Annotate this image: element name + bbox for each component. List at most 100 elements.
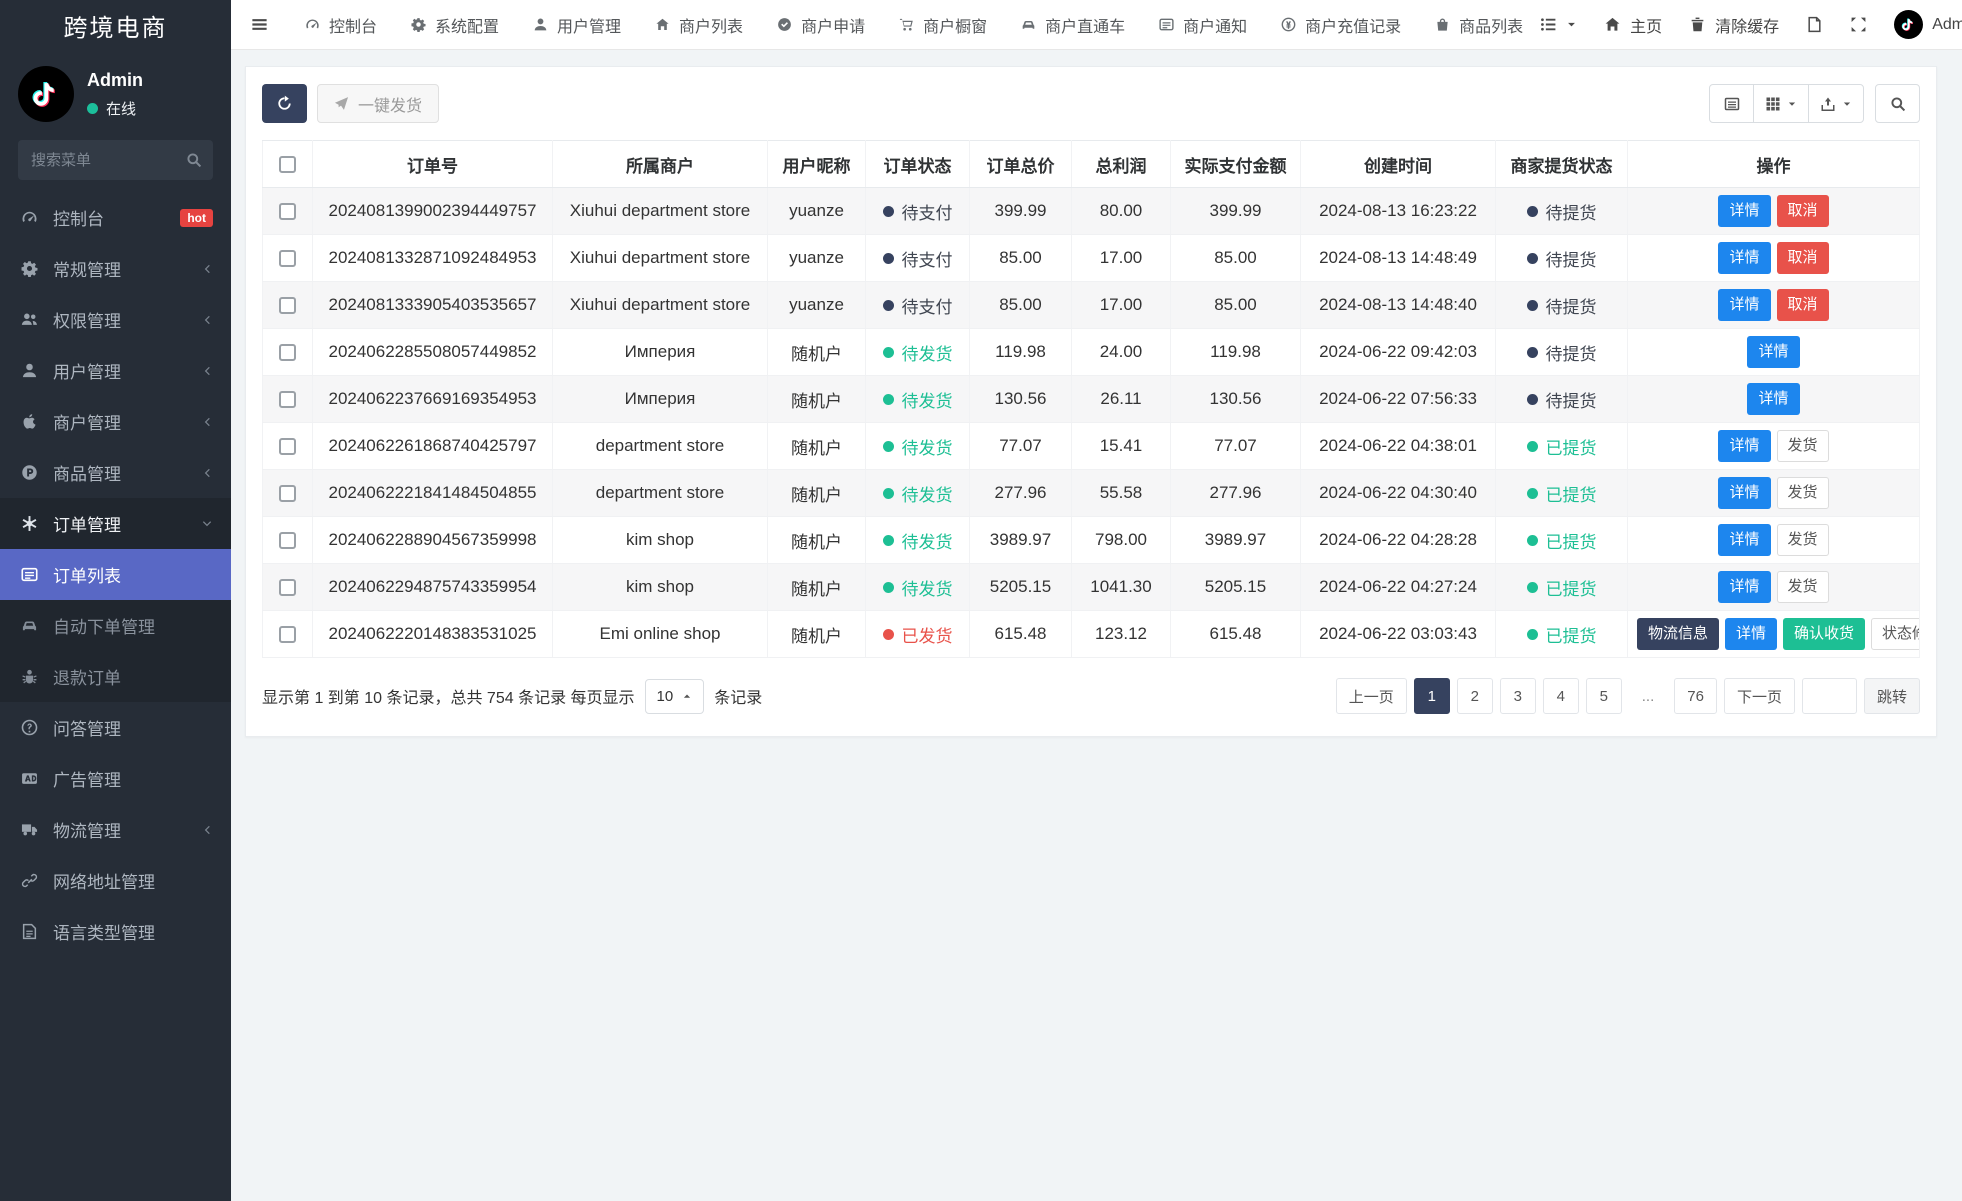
toggle-view-button[interactable]	[1709, 84, 1754, 123]
export-button[interactable]	[1808, 84, 1864, 123]
action-button-取消[interactable]: 取消	[1777, 289, 1829, 321]
action-button-确认收货[interactable]: 确认收货	[1783, 618, 1865, 650]
sidebar-item-用户管理[interactable]: 用户管理	[0, 345, 231, 396]
one-click-ship-button[interactable]: 一键发货	[317, 84, 439, 123]
tab-商户列表[interactable]: 商户列表	[638, 0, 760, 49]
row-checkbox[interactable]	[279, 579, 296, 596]
admin-menu[interactable]: Admin	[1894, 10, 1962, 39]
action-button-详情[interactable]: 详情	[1718, 195, 1770, 227]
action-button-物流信息[interactable]: 物流信息	[1637, 618, 1719, 650]
row-checkbox[interactable]	[279, 250, 296, 267]
tab-控制台[interactable]: 控制台	[288, 0, 394, 49]
action-button-状态修改[interactable]: 状态修改	[1871, 618, 1919, 650]
tab-商户充值记录[interactable]: 商户充值记录	[1264, 0, 1418, 49]
action-button-发货[interactable]: 发货	[1777, 524, 1829, 556]
select-all-checkbox[interactable]	[279, 156, 296, 173]
action-button-发货[interactable]: 发货	[1777, 571, 1829, 603]
columns-button[interactable]	[1753, 84, 1809, 123]
column-header-商家提货状态[interactable]: 商家提货状态	[1496, 141, 1628, 188]
next-page-button[interactable]: 下一页	[1724, 678, 1795, 714]
page-button-1[interactable]: 1	[1414, 678, 1450, 714]
action-button-取消[interactable]: 取消	[1777, 242, 1829, 274]
column-header-订单号[interactable]: 订单号	[313, 141, 553, 188]
action-button-详情[interactable]: 详情	[1718, 430, 1770, 462]
sidebar-item-订单管理[interactable]: 订单管理	[0, 498, 231, 549]
action-button-详情[interactable]: 详情	[1718, 524, 1770, 556]
action-button-取消[interactable]: 取消	[1777, 195, 1829, 227]
page-button-2[interactable]: 2	[1457, 678, 1493, 714]
sidebar-item-自动下单管理[interactable]: 自动下单管理	[0, 600, 231, 651]
jump-page-input[interactable]	[1802, 678, 1857, 714]
home-button[interactable]: 主页	[1604, 13, 1662, 37]
clear-cache-button[interactable]: 清除缓存	[1689, 13, 1779, 37]
sidebar-item-问答管理[interactable]: 问答管理	[0, 702, 231, 753]
table-row: 2024062237669169354953Империя随机户待发货130.5…	[263, 376, 1920, 423]
status-label: 待提货	[1546, 340, 1597, 365]
column-header-用户昵称[interactable]: 用户昵称	[768, 141, 866, 188]
action-button-详情[interactable]: 详情	[1718, 477, 1770, 509]
search-toggle-button[interactable]	[1875, 84, 1920, 123]
row-checkbox[interactable]	[279, 532, 296, 549]
order-status-badge: 待发货	[883, 434, 953, 459]
sidebar-item-物流管理[interactable]: 物流管理	[0, 804, 231, 855]
tab-商户橱窗[interactable]: 商户橱窗	[882, 0, 1004, 49]
nickname-cell: yuanze	[768, 188, 866, 235]
column-header-总利润[interactable]: 总利润	[1072, 141, 1171, 188]
sidebar-item-常规管理[interactable]: 常规管理	[0, 243, 231, 294]
column-header-订单状态[interactable]: 订单状态	[866, 141, 970, 188]
paid-cell: 130.56	[1171, 376, 1301, 423]
action-button-详情[interactable]: 详情	[1718, 242, 1770, 274]
search-icon[interactable]	[186, 152, 202, 168]
row-checkbox[interactable]	[279, 438, 296, 455]
action-button-发货[interactable]: 发货	[1777, 477, 1829, 509]
column-header-实际支付金额[interactable]: 实际支付金额	[1171, 141, 1301, 188]
column-header-创建时间[interactable]: 创建时间	[1301, 141, 1496, 188]
jump-button[interactable]: 跳转	[1864, 678, 1920, 714]
language-file-button[interactable]	[1806, 16, 1823, 33]
action-button-详情[interactable]: 详情	[1747, 336, 1799, 368]
sidebar-item-语言类型管理[interactable]: 语言类型管理	[0, 906, 231, 957]
column-header-订单总价[interactable]: 订单总价	[970, 141, 1072, 188]
page-button-76[interactable]: 76	[1674, 678, 1717, 714]
page-button-5[interactable]: 5	[1586, 678, 1622, 714]
prev-page-button[interactable]: 上一页	[1336, 678, 1407, 714]
row-checkbox[interactable]	[279, 297, 296, 314]
row-checkbox[interactable]	[279, 485, 296, 502]
column-header-所属商户[interactable]: 所属商户	[553, 141, 768, 188]
sidebar-item-商品管理[interactable]: 商品管理	[0, 447, 231, 498]
page-button-3[interactable]: 3	[1500, 678, 1536, 714]
tab-商品列表[interactable]: 商品列表	[1418, 0, 1540, 49]
sidebar-item-订单列表[interactable]: 订单列表	[0, 549, 231, 600]
action-button-详情[interactable]: 详情	[1725, 618, 1777, 650]
fullscreen-button[interactable]	[1850, 16, 1867, 33]
refresh-button[interactable]	[262, 84, 307, 123]
tab-用户管理[interactable]: 用户管理	[516, 0, 638, 49]
menu-search-input[interactable]	[18, 140, 213, 180]
row-select-cell	[263, 235, 313, 282]
pickup-status-cell: 已提货	[1496, 423, 1628, 470]
tab-系统配置[interactable]: 系统配置	[394, 0, 516, 49]
hamburger-icon[interactable]	[231, 15, 288, 34]
sidebar-item-退款订单[interactable]: 退款订单	[0, 651, 231, 702]
sidebar-item-网络地址管理[interactable]: 网络地址管理	[0, 855, 231, 906]
sidebar-item-权限管理[interactable]: 权限管理	[0, 294, 231, 345]
sidebar-item-广告管理[interactable]: 广告管理	[0, 753, 231, 804]
column-header-操作[interactable]: 操作	[1628, 141, 1920, 188]
row-checkbox[interactable]	[279, 344, 296, 361]
row-checkbox[interactable]	[279, 203, 296, 220]
page-button-4[interactable]: 4	[1543, 678, 1579, 714]
tab-商户申请[interactable]: 商户申请	[760, 0, 882, 49]
status-dot	[883, 394, 894, 405]
action-button-详情[interactable]: 详情	[1747, 383, 1799, 415]
tab-商户通知[interactable]: 商户通知	[1142, 0, 1264, 49]
row-checkbox[interactable]	[279, 391, 296, 408]
sidebar-item-商户管理[interactable]: 商户管理	[0, 396, 231, 447]
action-button-详情[interactable]: 详情	[1718, 289, 1770, 321]
nav-list-dropdown[interactable]	[1540, 16, 1577, 33]
row-checkbox[interactable]	[279, 626, 296, 643]
tab-商户直通车[interactable]: 商户直通车	[1004, 0, 1142, 49]
action-button-发货[interactable]: 发货	[1777, 430, 1829, 462]
sidebar-item-控制台[interactable]: 控制台hot	[0, 192, 231, 243]
action-button-详情[interactable]: 详情	[1718, 571, 1770, 603]
page-size-select[interactable]: 10	[645, 679, 705, 714]
